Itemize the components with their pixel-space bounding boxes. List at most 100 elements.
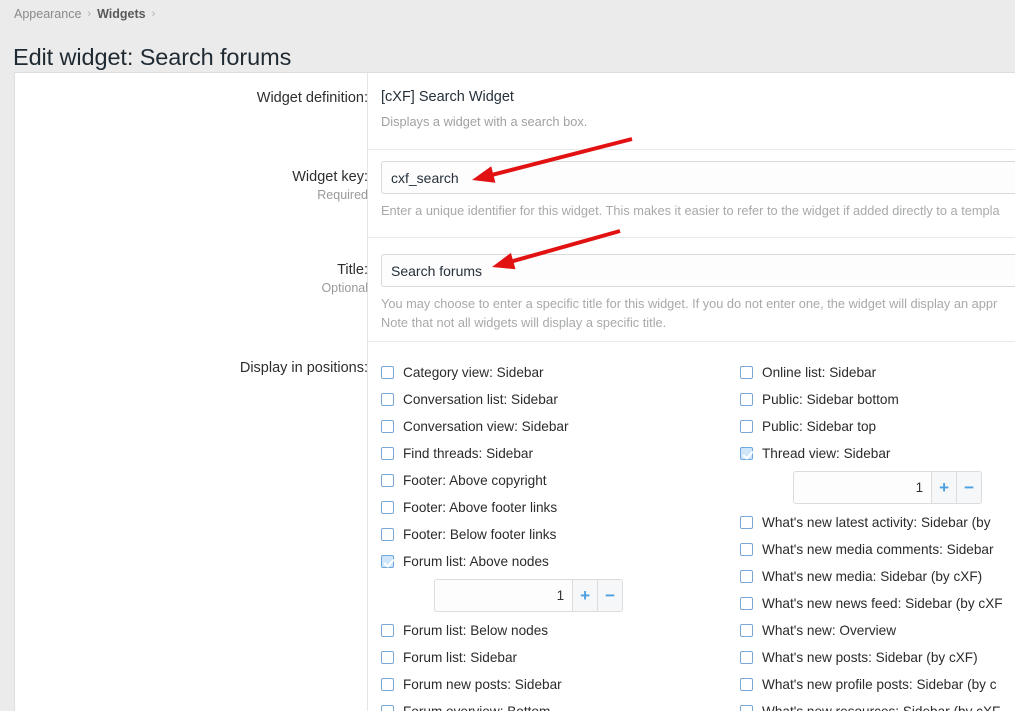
position-checkbox-label-what-s-new-resources-sidebar-by-cxf: What's new resources: Sidebar (by cXF (762, 704, 1000, 711)
checkbox-unchecked-icon[interactable] (740, 570, 753, 583)
position-checkbox-label-what-s-new-overview: What's new: Overview (762, 623, 896, 639)
checkbox-unchecked-icon[interactable] (381, 651, 394, 664)
position-checkbox-row[interactable]: Forum list: Above nodes (381, 548, 623, 575)
row-separator-3 (367, 341, 1015, 342)
checkbox-unchecked-icon[interactable] (381, 393, 394, 406)
stepper-increment-button[interactable]: + (573, 579, 598, 612)
checkbox-unchecked-icon[interactable] (740, 597, 753, 610)
position-order-stepper[interactable]: +− (434, 579, 623, 612)
title-help-line-1: You may choose to enter a specific title… (381, 294, 1015, 313)
position-checkbox-row[interactable]: What's new resources: Sidebar (by cXF (740, 698, 1003, 711)
title-help-line-2: Note that not all widgets will display a… (381, 313, 1015, 332)
title-label: Title: (321, 261, 368, 279)
position-checkbox-label-forum-list-below-nodes: Forum list: Below nodes (403, 623, 548, 639)
stepper-decrement-button[interactable]: − (598, 579, 623, 612)
position-checkbox-row[interactable]: What's new posts: Sidebar (by cXF) (740, 644, 1003, 671)
checkbox-unchecked-icon[interactable] (381, 474, 394, 487)
position-checkbox-label-what-s-new-media-sidebar-by-cxf: What's new media: Sidebar (by cXF) (762, 569, 982, 585)
position-checkbox-label-forum-list-sidebar: Forum list: Sidebar (403, 650, 517, 666)
position-checkbox-row[interactable]: What's new profile posts: Sidebar (by c (740, 671, 1003, 698)
position-checkbox-row[interactable]: Forum new posts: Sidebar (381, 671, 623, 698)
stepper-increment-button[interactable]: + (932, 471, 957, 504)
position-checkbox-row[interactable]: What's new latest activity: Sidebar (by (740, 509, 1003, 536)
position-checkbox-row[interactable]: Forum overview: Bottom (381, 698, 623, 711)
breadcrumb-item-widgets[interactable]: Widgets (97, 7, 146, 21)
checkbox-unchecked-icon[interactable] (740, 624, 753, 637)
position-checkbox-row[interactable]: Thread view: Sidebar (740, 440, 1003, 467)
position-checkbox-label-what-s-new-profile-posts-sidebar-by-c: What's new profile posts: Sidebar (by c (762, 677, 997, 693)
checkbox-unchecked-icon[interactable] (381, 447, 394, 460)
position-checkbox-row[interactable]: Footer: Above footer links (381, 494, 623, 521)
checkbox-unchecked-icon[interactable] (740, 420, 753, 433)
title-optional-note: Optional (321, 280, 368, 297)
position-checkbox-label-thread-view-sidebar: Thread view: Sidebar (762, 446, 890, 462)
content-panel: Widget definition: [cXF] Search Widget D… (14, 72, 1015, 711)
title-label-group: Title: Optional (321, 261, 368, 297)
position-checkbox-label-footer-above-footer-links: Footer: Above footer links (403, 500, 557, 516)
checkbox-unchecked-icon[interactable] (381, 366, 394, 379)
breadcrumb-separator-icon: › (87, 8, 91, 20)
widget-definition-label-group: Widget definition: (257, 89, 368, 107)
position-checkbox-row[interactable]: Footer: Above copyright (381, 467, 623, 494)
position-checkbox-label-forum-list-above-nodes: Forum list: Above nodes (403, 554, 549, 570)
checkbox-unchecked-icon[interactable] (381, 420, 394, 433)
position-checkbox-row[interactable]: What's new media: Sidebar (by cXF) (740, 563, 1003, 590)
checkbox-unchecked-icon[interactable] (740, 516, 753, 529)
checkbox-checked-icon[interactable] (740, 447, 753, 460)
checkbox-checked-icon[interactable] (381, 555, 394, 568)
checkbox-unchecked-icon[interactable] (740, 366, 753, 379)
position-checkbox-row[interactable]: Category view: Sidebar (381, 359, 623, 386)
position-checkbox-label-what-s-new-posts-sidebar-by-cxf: What's new posts: Sidebar (by cXF) (762, 650, 978, 666)
widget-key-field-group: Enter a unique identifier for this widge… (381, 161, 1015, 220)
row-separator-1 (367, 149, 1015, 150)
position-checkbox-row[interactable]: Public: Sidebar top (740, 413, 1003, 440)
page-root: Appearance › Widgets › Edit widget: Sear… (0, 0, 1015, 711)
checkbox-unchecked-icon[interactable] (381, 624, 394, 637)
checkbox-unchecked-icon[interactable] (740, 705, 753, 711)
breadcrumb: Appearance › Widgets › (14, 4, 161, 24)
position-checkbox-label-online-list-sidebar: Online list: Sidebar (762, 365, 876, 381)
position-checkbox-row[interactable]: Conversation view: Sidebar (381, 413, 623, 440)
position-checkbox-label-conversation-list-sidebar: Conversation list: Sidebar (403, 392, 558, 408)
position-checkbox-label-conversation-view-sidebar: Conversation view: Sidebar (403, 419, 568, 435)
position-checkbox-row[interactable]: What's new: Overview (740, 617, 1003, 644)
widget-key-help-text: Enter a unique identifier for this widge… (381, 201, 1015, 220)
row-separator-2 (367, 237, 1015, 238)
display-positions-label: Display in positions: (240, 359, 368, 377)
position-order-input[interactable] (793, 471, 932, 504)
position-checkbox-row[interactable]: Forum list: Sidebar (381, 644, 623, 671)
checkbox-unchecked-icon[interactable] (740, 543, 753, 556)
position-checkbox-row[interactable]: Find threads: Sidebar (381, 440, 623, 467)
positions-column-left: Category view: Sidebar Conversation list:… (381, 359, 623, 711)
widget-key-required-note: Required (292, 187, 368, 204)
stepper-decrement-button[interactable]: − (957, 471, 982, 504)
widget-definition-description: Displays a widget with a search box. (381, 113, 587, 131)
checkbox-unchecked-icon[interactable] (381, 705, 394, 711)
position-checkbox-row[interactable]: Forum list: Below nodes (381, 617, 623, 644)
position-checkbox-label-forum-new-posts-sidebar: Forum new posts: Sidebar (403, 677, 562, 693)
position-checkbox-row[interactable]: Footer: Below footer links (381, 521, 623, 548)
position-order-input[interactable] (434, 579, 573, 612)
checkbox-unchecked-icon[interactable] (740, 393, 753, 406)
checkbox-unchecked-icon[interactable] (740, 678, 753, 691)
widget-definition-value-group: [cXF] Search Widget Displays a widget wi… (381, 87, 587, 131)
position-checkbox-label-public-sidebar-top: Public: Sidebar top (762, 419, 876, 435)
title-input[interactable] (381, 254, 1015, 287)
position-checkbox-label-what-s-new-latest-activity-sidebar-by: What's new latest activity: Sidebar (by (762, 515, 991, 531)
position-checkbox-row[interactable]: What's new media comments: Sidebar (740, 536, 1003, 563)
position-checkbox-row[interactable]: Public: Sidebar bottom (740, 386, 1003, 413)
position-checkbox-row[interactable]: What's new news feed: Sidebar (by cXF (740, 590, 1003, 617)
breadcrumb-item-appearance[interactable]: Appearance (14, 7, 81, 21)
widget-key-label-group: Widget key: Required (292, 168, 368, 204)
checkbox-unchecked-icon[interactable] (381, 678, 394, 691)
position-order-stepper[interactable]: +− (793, 471, 982, 504)
position-checkbox-label-footer-above-copyright: Footer: Above copyright (403, 473, 547, 489)
checkbox-unchecked-icon[interactable] (740, 651, 753, 664)
checkbox-unchecked-icon[interactable] (381, 528, 394, 541)
widget-definition-label: Widget definition: (257, 89, 368, 107)
position-checkbox-label-what-s-new-media-comments-sidebar: What's new media comments: Sidebar (762, 542, 994, 558)
widget-key-input[interactable] (381, 161, 1015, 194)
position-checkbox-row[interactable]: Online list: Sidebar (740, 359, 1003, 386)
checkbox-unchecked-icon[interactable] (381, 501, 394, 514)
position-checkbox-row[interactable]: Conversation list: Sidebar (381, 386, 623, 413)
